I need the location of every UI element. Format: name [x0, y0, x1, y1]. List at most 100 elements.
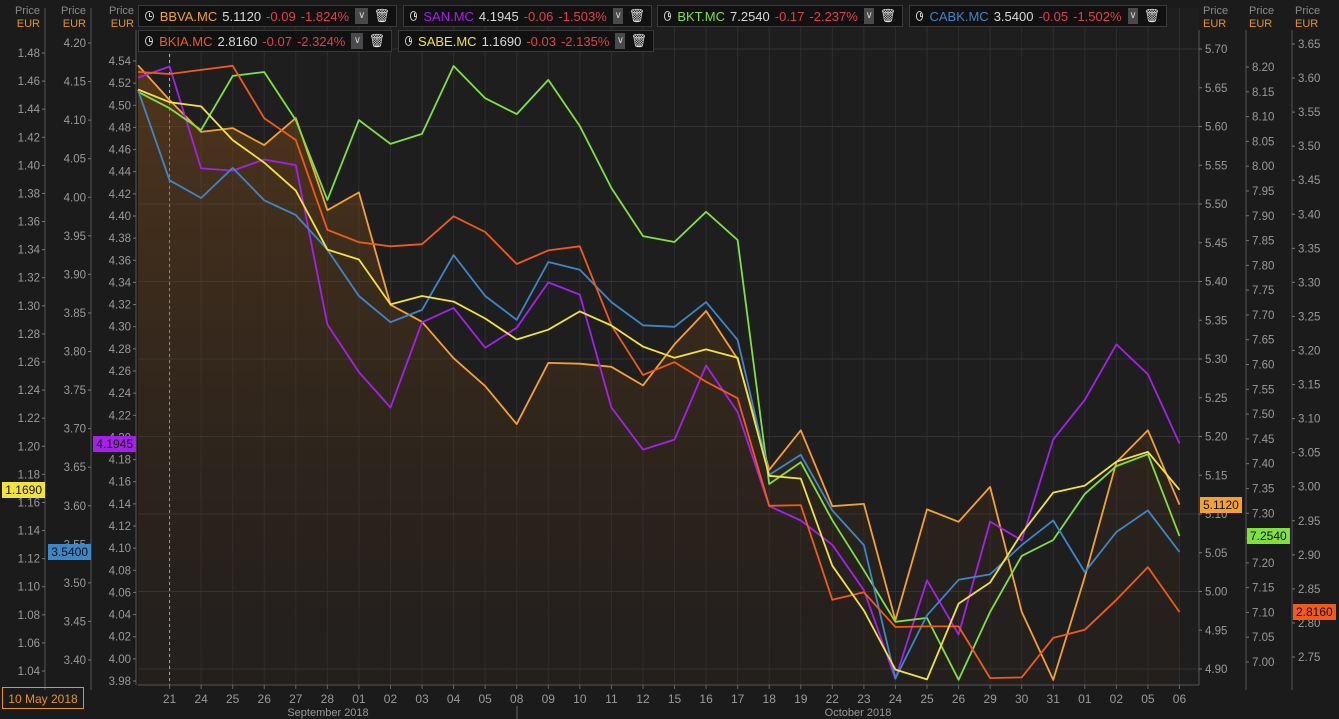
price-label: Price [108, 5, 134, 17]
legend-item-bbva-mc[interactable]: BBVA.MC 5.1120 -0.09 -1.824% ∨ 🗑 [138, 5, 397, 27]
legend-item-bkia-mc[interactable]: BKIA.MC 2.8160 -0.07 -2.324% ∨ 🗑 [138, 30, 392, 52]
axis-tick-label-left1: 1.36 [18, 217, 40, 229]
currency-label: EUR [16, 18, 40, 30]
axis-header-right2: Price EUR [1249, 5, 1281, 31]
stock-comparison-chart[interactable]: 1.04 1.06 1.08 1.10 1.12 1.14 1.16 1.18 1.20 1.22… [0, 0, 1339, 719]
axis-tick-label-left3: 4.00 [109, 654, 131, 666]
axis-tick-label-left2: 4.10 [64, 115, 86, 127]
price-label: Price [1295, 5, 1321, 17]
axis-tick-label-left2: 4.15 [64, 77, 86, 89]
x-tick-label: 26 [952, 692, 966, 706]
legend-change-percent: -1.502% [1073, 8, 1122, 24]
clock-icon[interactable] [916, 11, 924, 21]
legend-item-sabe-mc[interactable]: SABE.MC 1.1690 -0.03 -2.135% ∨ 🗑 [398, 30, 654, 52]
axis-tick-label-right3: 3.25 [1298, 311, 1320, 323]
axis-tick-label-left3: 4.08 [109, 565, 131, 577]
axis-tick-label-right2: 7.55 [1252, 384, 1274, 396]
axis-tick-label-right1: 4.95 [1205, 625, 1227, 637]
axis-tick-label-right1: 5.25 [1205, 393, 1227, 405]
axis-tick-label-right2: 7.70 [1252, 310, 1274, 322]
axis-tick-label-left3: 4.02 [109, 632, 131, 644]
axis-tick-label-right1: 5.55 [1205, 160, 1227, 172]
chevron-down-icon[interactable]: ∨ [612, 8, 624, 24]
legend-item-bkt-mc[interactable]: BKT.MC 7.2540 -0.17 -2.237% ∨ 🗑 [657, 5, 903, 27]
legend-item-cabk-mc[interactable]: CABK.MC 3.5400 -0.05 -1.502% ∨ 🗑 [909, 5, 1167, 27]
chevron-down-icon[interactable]: ∨ [351, 33, 364, 49]
x-tick-label: 24 [194, 692, 208, 706]
x-tick-label: 21 [163, 692, 177, 706]
axis-tick-label-left2: 3.95 [64, 231, 86, 243]
chevron-down-icon[interactable]: ∨ [355, 8, 369, 24]
legend-change: -0.17 [774, 8, 805, 24]
axis-tick-label-left3: 4.36 [109, 255, 131, 267]
legend-symbol: BKIA.MC [159, 33, 213, 49]
axis-tick-label-left2: 4.20 [64, 38, 86, 50]
chevron-down-icon[interactable]: ∨ [863, 8, 875, 24]
legend-change: -0.09 [266, 8, 296, 24]
axis-tick-label-left3: 4.16 [109, 477, 131, 489]
clock-icon[interactable] [405, 36, 413, 46]
x-tick-label: 31 [1047, 692, 1061, 706]
trash-icon[interactable]: 🗑 [879, 8, 896, 24]
axis-tick-label-right2: 8.20 [1252, 62, 1274, 74]
chevron-down-icon[interactable]: ∨ [1127, 8, 1139, 24]
axis-tick-label-right1: 5.00 [1205, 587, 1227, 599]
axis-tick-label-right1: 5.15 [1205, 470, 1227, 482]
legend-symbol: CABK.MC [929, 8, 989, 24]
axis-tick-label-right2: 7.05 [1252, 632, 1274, 644]
axis-tick-label-left3: 4.06 [109, 587, 131, 599]
axis-tick-label-left3: 4.52 [109, 78, 131, 90]
x-tick-label: 01 [1078, 692, 1092, 706]
trash-icon[interactable]: 🗑 [368, 33, 385, 49]
axis-tick-label-left2: 3.80 [64, 347, 86, 359]
x-tick-label: 06 [1173, 692, 1187, 706]
chevron-down-icon[interactable]: ∨ [615, 33, 626, 49]
x-tick-label: 23 [857, 692, 871, 706]
axis-tick-label-left1: 1.10 [18, 582, 40, 594]
axis-tick-label-left2: 3.45 [64, 616, 86, 628]
price-label: Price [60, 5, 86, 17]
axis-tick-label-left3: 4.18 [109, 455, 131, 467]
x-tick-label: 24 [889, 692, 903, 706]
x-tick-label: 29 [983, 692, 997, 706]
axis-tick-label-left3: 4.04 [109, 610, 132, 622]
axis-tick-label-left3: 4.50 [109, 100, 131, 112]
axis-tick-label-left1: 1.16 [18, 497, 40, 509]
axis-tick-label-right2: 7.40 [1252, 459, 1274, 471]
x-tick-label: 26 [258, 692, 272, 706]
x-tick-label: 03 [415, 692, 429, 706]
axis-tick-label-right1: 5.40 [1205, 277, 1227, 289]
axis-tick-label-right3: 2.90 [1298, 550, 1320, 562]
x-tick-label: 05 [478, 692, 492, 706]
axis-tick-label-right3: 3.05 [1298, 448, 1320, 460]
axis-tick-label-left1: 1.14 [18, 526, 41, 538]
axis-tick-label-right3: 3.50 [1298, 141, 1320, 153]
trash-icon[interactable]: 🗑 [1143, 8, 1160, 24]
axis-header-left2: Price EUR [54, 5, 86, 31]
axis-tick-label-right2: 7.00 [1252, 657, 1274, 669]
clock-icon[interactable] [410, 11, 418, 21]
clock-icon[interactable] [145, 11, 154, 21]
axis-tick-label-right2: 7.90 [1252, 211, 1274, 223]
axis-tick-label-left3: 4.10 [109, 543, 131, 555]
last-value-tag-sabe-mc: 1.1690 [2, 481, 45, 498]
axis-tick-label-left2: 3.40 [64, 655, 86, 667]
axis-tick-label-right3: 2.75 [1298, 652, 1320, 664]
currency-label: EUR [62, 18, 86, 30]
axis-tick-label-left1: 1.34 [18, 245, 41, 257]
currency-label: EUR [110, 18, 134, 30]
axis-tick-label-left3: 4.26 [109, 366, 131, 378]
trash-icon[interactable]: 🗑 [628, 8, 645, 24]
axis-tick-label-left3: 4.48 [109, 122, 131, 134]
trash-icon[interactable]: 🗑 [373, 8, 390, 24]
axis-tick-label-right3: 3.30 [1298, 277, 1320, 289]
clock-icon[interactable] [664, 11, 672, 21]
trash-icon[interactable]: 🗑 [630, 33, 647, 49]
last-value-tag-cabk-mc: 3.5400 [48, 544, 91, 561]
axis-tick-label-right2: 7.60 [1252, 360, 1274, 372]
legend-change-percent: -2.135% [560, 33, 610, 49]
legend-item-san-mc[interactable]: SAN.MC 4.1945 -0.06 -1.503% ∨ 🗑 [403, 5, 652, 27]
axis-tick-label-right2: 7.85 [1252, 236, 1274, 248]
axis-tick-label-left1: 1.20 [18, 441, 40, 453]
clock-icon[interactable] [145, 36, 154, 46]
